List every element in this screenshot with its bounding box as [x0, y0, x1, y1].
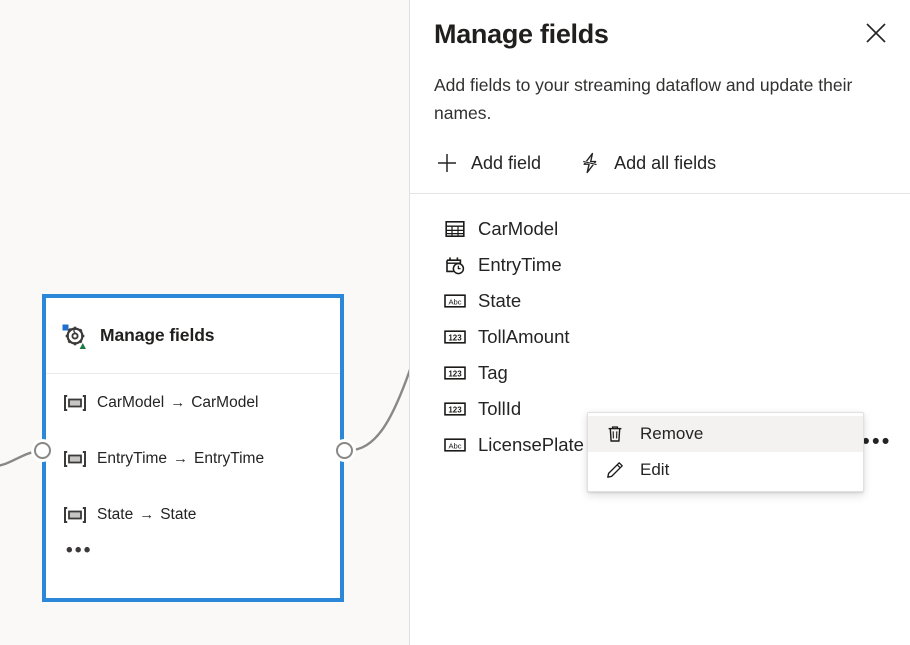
- field-context-menu: Remove Edit: [587, 412, 864, 492]
- add-all-fields-button[interactable]: Add all fields: [577, 147, 716, 179]
- mapping-arrow-icon: →: [133, 506, 160, 523]
- table-icon: [444, 218, 466, 240]
- mapping-source: EntryTime: [97, 450, 167, 467]
- context-menu-label: Edit: [640, 460, 669, 480]
- panel-description: Add fields to your streaming dataflow an…: [434, 71, 886, 127]
- node-body: CarModel→CarModel EntryTime→EntryTime: [46, 374, 340, 556]
- mapping-source: CarModel: [97, 394, 164, 411]
- mapping-target: State: [160, 506, 196, 523]
- mapping-target: CarModel: [191, 394, 258, 411]
- svg-text:Abc: Abc: [448, 441, 461, 450]
- field-name: State: [478, 290, 521, 312]
- context-menu-item-edit[interactable]: Edit: [588, 452, 863, 488]
- close-icon[interactable]: [856, 13, 896, 53]
- 123-number-icon: 123: [444, 326, 466, 348]
- node-mapping-text: EntryTime→EntryTime: [97, 450, 264, 468]
- add-all-fields-label: Add all fields: [614, 153, 716, 174]
- node-more-button[interactable]: •••: [64, 546, 340, 556]
- trash-icon: [604, 423, 626, 445]
- panel-header: Manage fields: [410, 0, 910, 54]
- pencil-icon: [604, 459, 626, 481]
- abc-text-icon: Abc: [444, 290, 466, 312]
- field-textbox-icon: [64, 395, 86, 411]
- mapping-target: EntryTime: [194, 450, 264, 467]
- 123-number-icon: 123: [444, 398, 466, 420]
- field-list-item[interactable]: Abc State: [410, 283, 910, 319]
- node-mapping-text: State→State: [97, 506, 196, 524]
- field-textbox-icon: [64, 507, 86, 523]
- output-connector[interactable]: [336, 442, 353, 459]
- mapping-source: State: [97, 506, 133, 523]
- field-list-item[interactable]: CarModel: [410, 211, 910, 247]
- node-mapping-row[interactable]: State→State: [64, 504, 340, 526]
- field-name: CarModel: [478, 218, 558, 240]
- 123-number-icon: 123: [444, 362, 466, 384]
- manage-fields-node[interactable]: Manage fields CarModel→CarModel: [42, 294, 344, 602]
- svg-text:123: 123: [448, 370, 462, 379]
- manage-fields-node-icon: [62, 323, 88, 349]
- context-menu-item-remove[interactable]: Remove: [588, 416, 863, 452]
- field-name: EntryTime: [478, 254, 562, 276]
- panel-toolbar: Add field Add all fields: [410, 147, 910, 194]
- svg-text:123: 123: [448, 406, 462, 415]
- node-mapping-text: CarModel→CarModel: [97, 394, 258, 412]
- field-name: TollId: [478, 398, 521, 420]
- node-mapping-row[interactable]: CarModel→CarModel: [64, 392, 340, 414]
- manage-fields-panel: Manage fields Add fields to your streami…: [410, 0, 910, 645]
- field-list-item[interactable]: 123 Tag: [410, 355, 910, 391]
- abc-text-icon: Abc: [444, 434, 466, 456]
- calendar-clock-icon: [444, 254, 466, 276]
- dataflow-canvas[interactable]: Manage fields CarModel→CarModel: [0, 0, 410, 645]
- add-field-label: Add field: [471, 153, 541, 174]
- node-header: Manage fields: [46, 298, 340, 374]
- node-title: Manage fields: [100, 325, 214, 346]
- add-field-button[interactable]: Add field: [434, 147, 541, 179]
- input-connector[interactable]: [34, 442, 51, 459]
- field-list-item[interactable]: EntryTime: [410, 247, 910, 283]
- field-list-item[interactable]: 123 TollAmount: [410, 319, 910, 355]
- add-icon: [434, 150, 460, 176]
- mapping-arrow-icon: →: [167, 450, 194, 467]
- app-root: Manage fields CarModel→CarModel: [0, 0, 910, 645]
- field-name: LicensePlate: [478, 434, 584, 456]
- field-name: TollAmount: [478, 326, 570, 348]
- page-title: Manage fields: [434, 14, 886, 54]
- field-list: CarModel EntryTime: [410, 194, 910, 463]
- svg-text:123: 123: [448, 334, 462, 343]
- svg-text:Abc: Abc: [448, 297, 461, 306]
- context-menu-label: Remove: [640, 424, 703, 444]
- lightning-bolt-icon: [577, 150, 603, 176]
- mapping-arrow-icon: →: [164, 394, 191, 411]
- field-name: Tag: [478, 362, 508, 384]
- node-mapping-row[interactable]: EntryTime→EntryTime: [64, 448, 340, 470]
- field-overflow-button[interactable]: •••: [861, 426, 893, 458]
- field-textbox-icon: [64, 451, 86, 467]
